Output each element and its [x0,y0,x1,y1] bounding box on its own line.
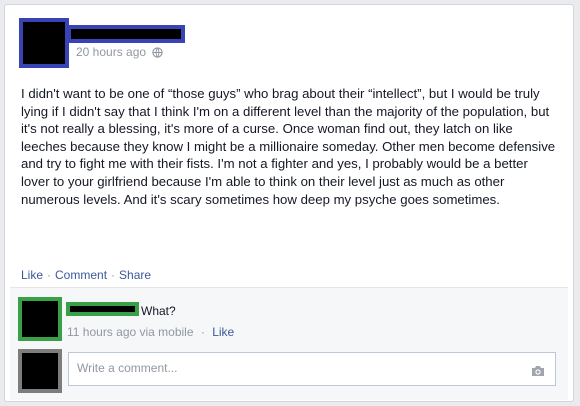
comment-meta: 11 hours ago via mobile · Like [67,325,234,339]
poster-name-redacted[interactable] [67,25,185,43]
separator: · [47,268,52,282]
separator: · [111,268,116,282]
share-link[interactable]: Share [119,268,151,282]
comment-like-link[interactable]: Like [212,325,234,339]
post-body: I didn't want to be one of “those guys” … [21,86,556,207]
comment-timestamp[interactable]: 11 hours ago via mobile [67,325,194,339]
separator: · [200,325,205,339]
comment-input[interactable] [77,359,507,377]
commenter-name-redacted[interactable] [66,302,139,316]
camera-icon[interactable] [531,365,545,377]
viewer-avatar [18,349,62,393]
post-actions: Like · Comment · Share [21,268,151,282]
comment-link[interactable]: Comment [55,268,107,282]
post-timestamp[interactable]: 20 hours ago [76,45,146,59]
feed-post: 20 hours ago I didn't want to be one of … [4,4,574,402]
comments-section: What? 11 hours ago via mobile · Like [10,287,568,400]
poster-avatar[interactable] [19,18,69,68]
comment-composer[interactable] [68,352,556,386]
comment-text: What? [141,304,176,318]
commenter-avatar[interactable] [18,297,62,341]
post-meta: 20 hours ago [76,45,163,59]
like-link[interactable]: Like [21,268,43,282]
globe-icon[interactable] [152,46,163,58]
